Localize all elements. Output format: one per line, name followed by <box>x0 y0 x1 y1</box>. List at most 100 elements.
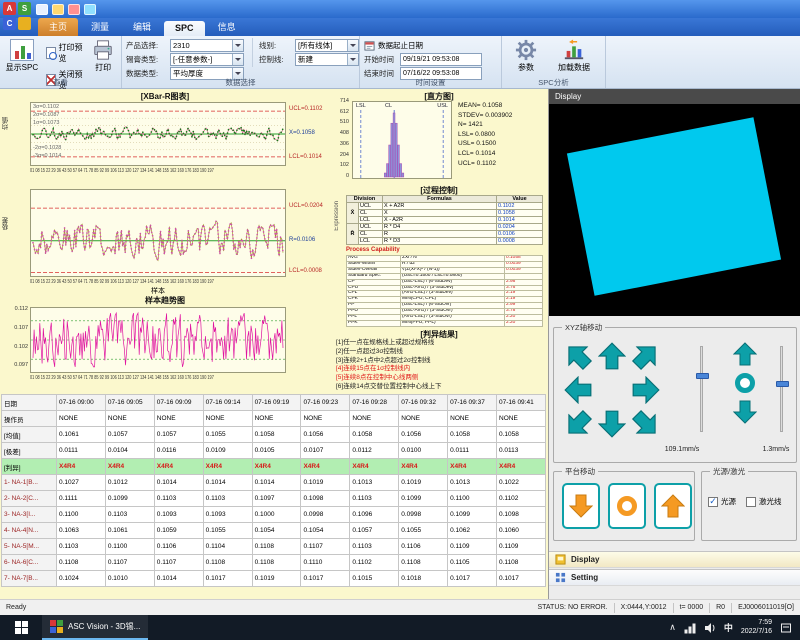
table-cell[interactable]: X4R4 <box>497 459 546 475</box>
table-cell[interactable]: 0.1102 <box>497 491 546 507</box>
table-cell[interactable]: NONE <box>252 411 301 427</box>
table-cell[interactable]: 0.1100 <box>105 539 154 555</box>
table-cell[interactable]: 0.1013 <box>448 475 497 491</box>
panel-tab-display[interactable]: Display <box>549 551 800 568</box>
light-checkbox[interactable]: ✓光源 <box>708 496 736 507</box>
move-up-button[interactable] <box>598 342 626 370</box>
table-cell[interactable]: 0.1017 <box>203 571 252 587</box>
table-cell[interactable]: 0.1027 <box>57 475 106 491</box>
tab-spc[interactable]: SPC <box>164 21 205 36</box>
table-cell[interactable]: 0.1109 <box>448 539 497 555</box>
table-cell[interactable]: 0.0113 <box>497 443 546 459</box>
table-column-header[interactable]: 07-16 09:19 <box>252 395 301 411</box>
table-cell[interactable]: NONE <box>105 411 154 427</box>
table-cell[interactable]: 0.1018 <box>399 571 448 587</box>
table-cell[interactable]: 0.1099 <box>105 491 154 507</box>
table-cell[interactable]: 0.1010 <box>105 571 154 587</box>
move-left-button[interactable] <box>564 376 592 404</box>
table-cell[interactable]: 0.1107 <box>301 539 350 555</box>
table-cell[interactable]: NONE <box>301 411 350 427</box>
table-cell[interactable]: 0.0109 <box>203 443 252 459</box>
table-row-header[interactable]: 2- NA-2[C... <box>2 491 57 507</box>
table-cell[interactable]: 0.1061 <box>57 427 106 443</box>
tray-expand-icon[interactable]: ∧ <box>669 622 676 633</box>
notification-icon[interactable] <box>780 622 792 634</box>
table-cell[interactable]: 0.1059 <box>154 523 203 539</box>
table-cell[interactable]: NONE <box>203 411 252 427</box>
table-cell[interactable]: NONE <box>399 411 448 427</box>
table-cell[interactable]: X4R4 <box>203 459 252 475</box>
table-cell[interactable]: 0.1017 <box>448 571 497 587</box>
table-cell[interactable]: 0.1060 <box>497 523 546 539</box>
table-cell[interactable]: X4R4 <box>105 459 154 475</box>
table-cell[interactable]: NONE <box>57 411 106 427</box>
params-button[interactable]: 参数 <box>506 38 546 73</box>
table-cell[interactable]: 0.1061 <box>105 523 154 539</box>
table-cell[interactable]: 0.1019 <box>399 475 448 491</box>
table-cell[interactable]: NONE <box>350 411 399 427</box>
table-cell[interactable]: 0.1108 <box>252 539 301 555</box>
table-cell[interactable]: 0.1057 <box>105 427 154 443</box>
table-cell[interactable]: NONE <box>448 411 497 427</box>
volume-icon[interactable] <box>704 622 716 634</box>
table-row-header[interactable]: 5- NA-5[M... <box>2 539 57 555</box>
table-cell[interactable]: 0.1099 <box>399 491 448 507</box>
table-cell[interactable]: 0.1058 <box>497 427 546 443</box>
table-cell[interactable]: 0.0111 <box>57 443 106 459</box>
table-cell[interactable]: 0.1057 <box>350 523 399 539</box>
table-cell[interactable]: 0.1063 <box>57 523 106 539</box>
table-cell[interactable]: 0.1015 <box>350 571 399 587</box>
table-cell[interactable]: 0.0104 <box>105 443 154 459</box>
start-button[interactable] <box>0 615 42 640</box>
table-row-header[interactable]: [极差] <box>2 443 57 459</box>
move-up-left-button[interactable] <box>558 336 598 376</box>
tab-home[interactable]: 主页 <box>38 18 78 36</box>
table-column-header[interactable]: 07-16 09:23 <box>301 395 350 411</box>
table-cell[interactable]: 0.1055 <box>203 427 252 443</box>
table-column-header[interactable]: 07-16 09:28 <box>350 395 399 411</box>
table-cell[interactable]: X4R4 <box>448 459 497 475</box>
table-cell[interactable]: 0.1108 <box>252 555 301 571</box>
move-down-right-button[interactable] <box>626 404 666 444</box>
table-cell[interactable]: 0.1054 <box>301 523 350 539</box>
paste-type-dropdown[interactable]: [-任意参数-] <box>170 53 244 66</box>
table-cell[interactable]: 0.1054 <box>252 523 301 539</box>
table-cell[interactable]: 0.1099 <box>448 507 497 523</box>
table-row-header[interactable]: 6- NA-6[C... <box>2 555 57 571</box>
table-cell[interactable]: 0.1093 <box>203 507 252 523</box>
table-cell[interactable]: 0.1108 <box>399 555 448 571</box>
table-column-header[interactable]: 07-16 09:37 <box>448 395 497 411</box>
product-select-dropdown[interactable]: 2310 <box>170 39 244 52</box>
line-select-dropdown[interactable]: [所有线体] <box>295 39 359 52</box>
table-cell[interactable]: 0.1057 <box>154 427 203 443</box>
table-column-header[interactable]: 07-16 09:41 <box>497 395 546 411</box>
taskbar-clock[interactable]: 7:59 2022/7/16 <box>741 619 772 636</box>
table-cell[interactable]: 0.1058 <box>448 427 497 443</box>
camera-viewport[interactable] <box>549 104 800 316</box>
platform-down-button[interactable] <box>562 483 600 529</box>
table-cell[interactable]: 0.1097 <box>252 491 301 507</box>
platform-stop-button[interactable] <box>608 483 646 529</box>
table-cell[interactable]: 0.1103 <box>350 539 399 555</box>
table-cell[interactable]: NONE <box>497 411 546 427</box>
z-step-slider[interactable] <box>780 346 783 432</box>
table-cell[interactable]: 0.1013 <box>350 475 399 491</box>
table-cell[interactable]: X4R4 <box>154 459 203 475</box>
table-row-header[interactable]: [判异] <box>2 459 57 475</box>
move-down-left-button[interactable] <box>558 404 598 444</box>
table-cell[interactable]: NONE <box>154 411 203 427</box>
table-cell[interactable]: 0.1104 <box>203 539 252 555</box>
table-cell[interactable]: 0.1107 <box>154 555 203 571</box>
start-time-field[interactable]: 09/19/21 09:53:08 <box>400 53 482 66</box>
table-cell[interactable]: 0.1108 <box>497 555 546 571</box>
taskbar-app-button[interactable]: ASC Vision - 3D锡... <box>42 615 148 640</box>
table-cell[interactable]: 0.1105 <box>448 555 497 571</box>
print-preview-button[interactable]: 打印预览 <box>44 41 86 65</box>
table-row-header[interactable]: [均值] <box>2 427 57 443</box>
table-cell[interactable]: 0.1103 <box>350 491 399 507</box>
table-cell[interactable]: 0.0116 <box>154 443 203 459</box>
table-cell[interactable]: X4R4 <box>252 459 301 475</box>
table-cell[interactable]: 0.1100 <box>57 507 106 523</box>
table-cell[interactable]: 0.1014 <box>154 571 203 587</box>
table-cell[interactable]: 0.1098 <box>301 491 350 507</box>
